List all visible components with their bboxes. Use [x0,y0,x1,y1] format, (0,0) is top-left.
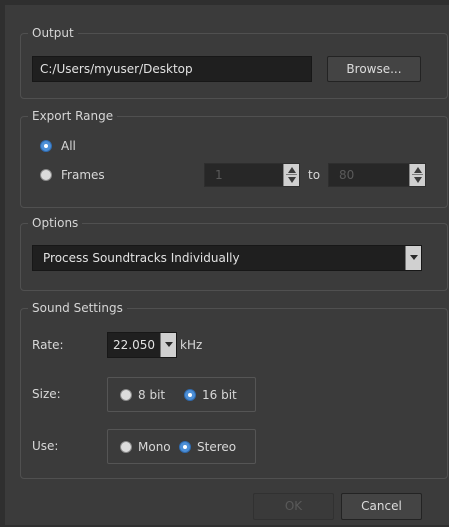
spin-up-icon [414,167,422,173]
cancel-button[interactable]: Cancel [341,493,422,520]
export-sound-dialog: Output C:/Users/myuser/Desktop Browse...… [5,5,449,525]
spin-up-icon [288,167,296,173]
all-radio[interactable] [40,140,52,152]
spin-down-icon [288,177,296,183]
export-range-group-title: Export Range [28,108,118,124]
mono-radio[interactable] [120,441,132,453]
rate-label: Rate: [32,338,64,352]
chevron-down-icon [165,342,173,347]
from-frame-spinner[interactable] [283,164,299,186]
size-16bit-label: 16 bit [202,388,237,402]
size-8bit-label: 8 bit [138,388,166,402]
rate-dropdown-arrow[interactable] [160,333,176,357]
mono-label: Mono [138,440,171,454]
options-group-title: Options [28,215,83,231]
frames-radio[interactable] [40,169,52,181]
size-label: Size: [32,387,61,401]
options-dropdown-value: Process Soundtracks Individually [43,251,240,265]
output-group: Output C:/Users/myuser/Desktop Browse... [20,25,448,99]
size-8bit-radio[interactable] [120,389,132,401]
options-dropdown-arrow[interactable] [405,246,421,270]
stereo-radio[interactable] [179,441,191,453]
all-label: All [61,139,76,153]
browse-button[interactable]: Browse... [327,56,421,82]
rate-value: 22.050 [113,338,155,352]
sound-settings-group: Sound Settings Rate: 22.050 kHz Size: 8 … [20,300,448,479]
spin-down-icon [414,177,422,183]
rate-unit-label: kHz [180,338,203,352]
rate-dropdown[interactable]: 22.050 [107,332,177,358]
sound-settings-group-title: Sound Settings [28,300,127,316]
to-label: to [308,168,321,182]
to-frame-spinner[interactable] [409,164,425,186]
stereo-label: Stereo [197,440,237,454]
size-radio-group: 8 bit 16 bit [107,377,256,412]
ok-button[interactable]: OK [253,493,334,520]
options-dropdown[interactable]: Process Soundtracks Individually [32,245,422,271]
use-label: Use: [32,439,59,453]
frames-label: Frames [61,168,105,182]
export-range-group: Export Range All Frames 1 to 80 [20,108,448,208]
use-radio-group: Mono Stereo [107,429,256,464]
output-path-field[interactable]: C:/Users/myuser/Desktop [32,56,312,82]
chevron-down-icon [410,255,418,260]
options-group: Options Process Soundtracks Individually [20,215,448,291]
output-group-title: Output [28,25,78,41]
size-16bit-radio[interactable] [184,389,196,401]
